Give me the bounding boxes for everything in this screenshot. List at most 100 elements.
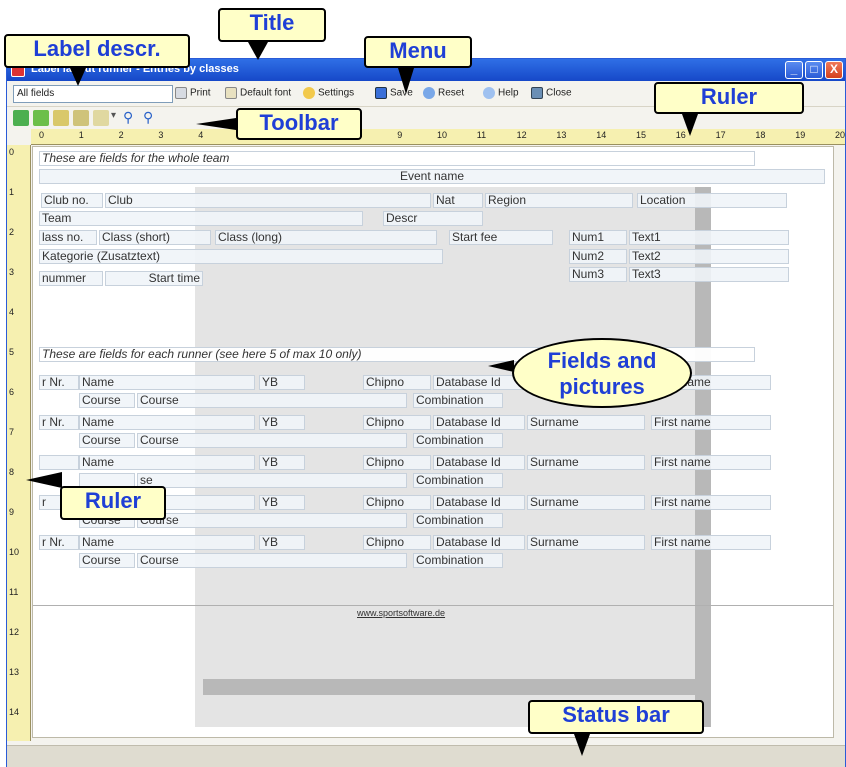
layout-icon[interactable]: [93, 110, 109, 126]
kategorie-field[interactable]: Kategorie (Zusatztext): [39, 249, 443, 264]
vertical-ruler: 0 1 2 3 4 5 6 7 8 9 10 11 12 13 14: [7, 145, 31, 741]
runner-dbid-field[interactable]: Database Id: [433, 375, 525, 390]
runner-first-field[interactable]: First name: [651, 495, 771, 510]
align-left-icon[interactable]: [53, 110, 69, 126]
runner-combo-field[interactable]: Combination: [413, 473, 503, 488]
runner-nr-field[interactable]: [39, 455, 79, 470]
descr-field[interactable]: Descr: [383, 211, 483, 226]
website-link[interactable]: www.sportsoftware.de: [355, 607, 495, 622]
runner-chipno-field[interactable]: Chipno: [363, 535, 431, 550]
ruler-tick-label: 11: [476, 130, 487, 140]
region-field[interactable]: Region: [485, 193, 633, 208]
num3-field[interactable]: Num3: [569, 267, 627, 282]
ruler-tick-label: 12: [9, 627, 20, 637]
class-long-field[interactable]: Class (long): [215, 230, 437, 245]
ruler-tick-label: 4: [9, 307, 15, 317]
runner-first-field[interactable]: First name: [651, 535, 771, 550]
runner-course-field[interactable]: Course: [137, 433, 407, 448]
close-window-button[interactable]: X: [825, 61, 843, 79]
zoom-in-icon[interactable]: ⚲: [123, 110, 139, 126]
runner-dbid-field[interactable]: Database Id: [433, 495, 525, 510]
runner-dbid-field[interactable]: Database Id: [433, 535, 525, 550]
team-heading[interactable]: These are fields for the whole team: [39, 151, 755, 166]
runner-chipno-field[interactable]: Chipno: [363, 495, 431, 510]
location-field[interactable]: Location: [637, 193, 787, 208]
ruler-tick-label: 15: [636, 130, 647, 140]
close-menu-item[interactable]: Close: [531, 87, 572, 99]
print-label: Print: [190, 87, 211, 99]
runner-course-field[interactable]: Course: [137, 393, 407, 408]
ruler-tick-label: 11: [9, 587, 19, 597]
runner-chipno-field[interactable]: Chipno: [363, 375, 431, 390]
runner-nr-field[interactable]: r Nr.: [39, 415, 79, 430]
runner-combo-field[interactable]: Combination: [413, 553, 503, 568]
print-menu-item[interactable]: Print: [175, 87, 211, 99]
runner-nr-field[interactable]: r Nr.: [39, 535, 79, 550]
club-no-field[interactable]: Club no.: [41, 193, 103, 208]
label-design-canvas[interactable]: These are fields for the whole team Even…: [32, 146, 834, 738]
runner-course-field[interactable]: Course: [137, 553, 407, 568]
text1-field[interactable]: Text1: [629, 230, 789, 245]
runner-combo-field[interactable]: Combination: [413, 433, 503, 448]
add-picture-icon[interactable]: [33, 110, 49, 126]
start-time-field[interactable]: Start time: [105, 271, 203, 286]
runner-yb-field[interactable]: YB: [259, 415, 305, 430]
ruler-tick-label: 1: [9, 187, 15, 197]
runner-surname-field[interactable]: Surname: [527, 495, 645, 510]
start-fee-field[interactable]: Start fee: [449, 230, 553, 245]
runner-nr-field[interactable]: r Nr.: [39, 375, 79, 390]
runner-name-field[interactable]: Name: [79, 375, 255, 390]
align-right-icon[interactable]: [73, 110, 89, 126]
runner-name-field[interactable]: Name: [79, 415, 255, 430]
runner-combo-field[interactable]: Combination: [413, 513, 503, 528]
label-description-select[interactable]: All fields: [13, 85, 173, 103]
settings-icon: [303, 87, 315, 99]
runner-combo-field[interactable]: Combination: [413, 393, 503, 408]
team-field[interactable]: Team: [39, 211, 363, 226]
runner-yb-field[interactable]: YB: [259, 495, 305, 510]
text2-field[interactable]: Text2: [629, 249, 789, 264]
class-no-field[interactable]: lass no.: [39, 230, 97, 245]
text3-field[interactable]: Text3: [629, 267, 789, 282]
zoom-out-icon[interactable]: ⚲: [143, 110, 159, 126]
font-icon: [225, 87, 237, 99]
runner-dbid-field[interactable]: Database Id: [433, 455, 525, 470]
runner-name-field[interactable]: Name: [79, 455, 255, 470]
add-field-icon[interactable]: [13, 110, 29, 126]
num2-field[interactable]: Num2: [569, 249, 627, 264]
status-bar: [7, 745, 845, 767]
runner-course-lbl-field[interactable]: Course: [79, 433, 135, 448]
nat-field[interactable]: Nat: [433, 193, 483, 208]
help-menu-item[interactable]: Help: [483, 87, 519, 99]
runner-yb-field[interactable]: YB: [259, 535, 305, 550]
runner-yb-field[interactable]: YB: [259, 455, 305, 470]
runner-chipno-field[interactable]: Chipno: [363, 415, 431, 430]
minimize-button[interactable]: _: [785, 61, 803, 79]
callout-fields-pictures: Fields and pictures: [512, 338, 692, 408]
settings-label: Settings: [318, 87, 355, 99]
ruler-tick-label: 1: [78, 130, 84, 140]
reset-menu-item[interactable]: Reset: [423, 87, 464, 99]
runner-yb-field[interactable]: YB: [259, 375, 305, 390]
runner-course-field[interactable]: Course: [137, 513, 407, 528]
nummer-field[interactable]: nummer: [39, 271, 103, 286]
runner-course-field[interactable]: se: [137, 473, 407, 488]
event-name-field[interactable]: Event name: [39, 169, 825, 184]
runner-first-field[interactable]: First name: [651, 415, 771, 430]
runner-first-field[interactable]: First name: [651, 455, 771, 470]
runner-course-lbl-field[interactable]: Course: [79, 553, 135, 568]
runner-surname-field[interactable]: Surname: [527, 415, 645, 430]
runner-course-lbl-field[interactable]: Course: [79, 393, 135, 408]
settings-menu-item[interactable]: Settings: [303, 87, 354, 99]
runner-dbid-field[interactable]: Database Id: [433, 415, 525, 430]
runner-surname-field[interactable]: Surname: [527, 535, 645, 550]
default-font-menu-item[interactable]: Default font: [225, 87, 291, 99]
dropdown-arrow-icon[interactable]: ▾: [111, 110, 119, 126]
maximize-button[interactable]: □: [805, 61, 823, 79]
class-short-field[interactable]: Class (short): [99, 230, 211, 245]
runner-surname-field[interactable]: Surname: [527, 455, 645, 470]
club-field[interactable]: Club: [105, 193, 431, 208]
num1-field[interactable]: Num1: [569, 230, 627, 245]
runner-name-field[interactable]: Name: [79, 535, 255, 550]
runner-chipno-field[interactable]: Chipno: [363, 455, 431, 470]
